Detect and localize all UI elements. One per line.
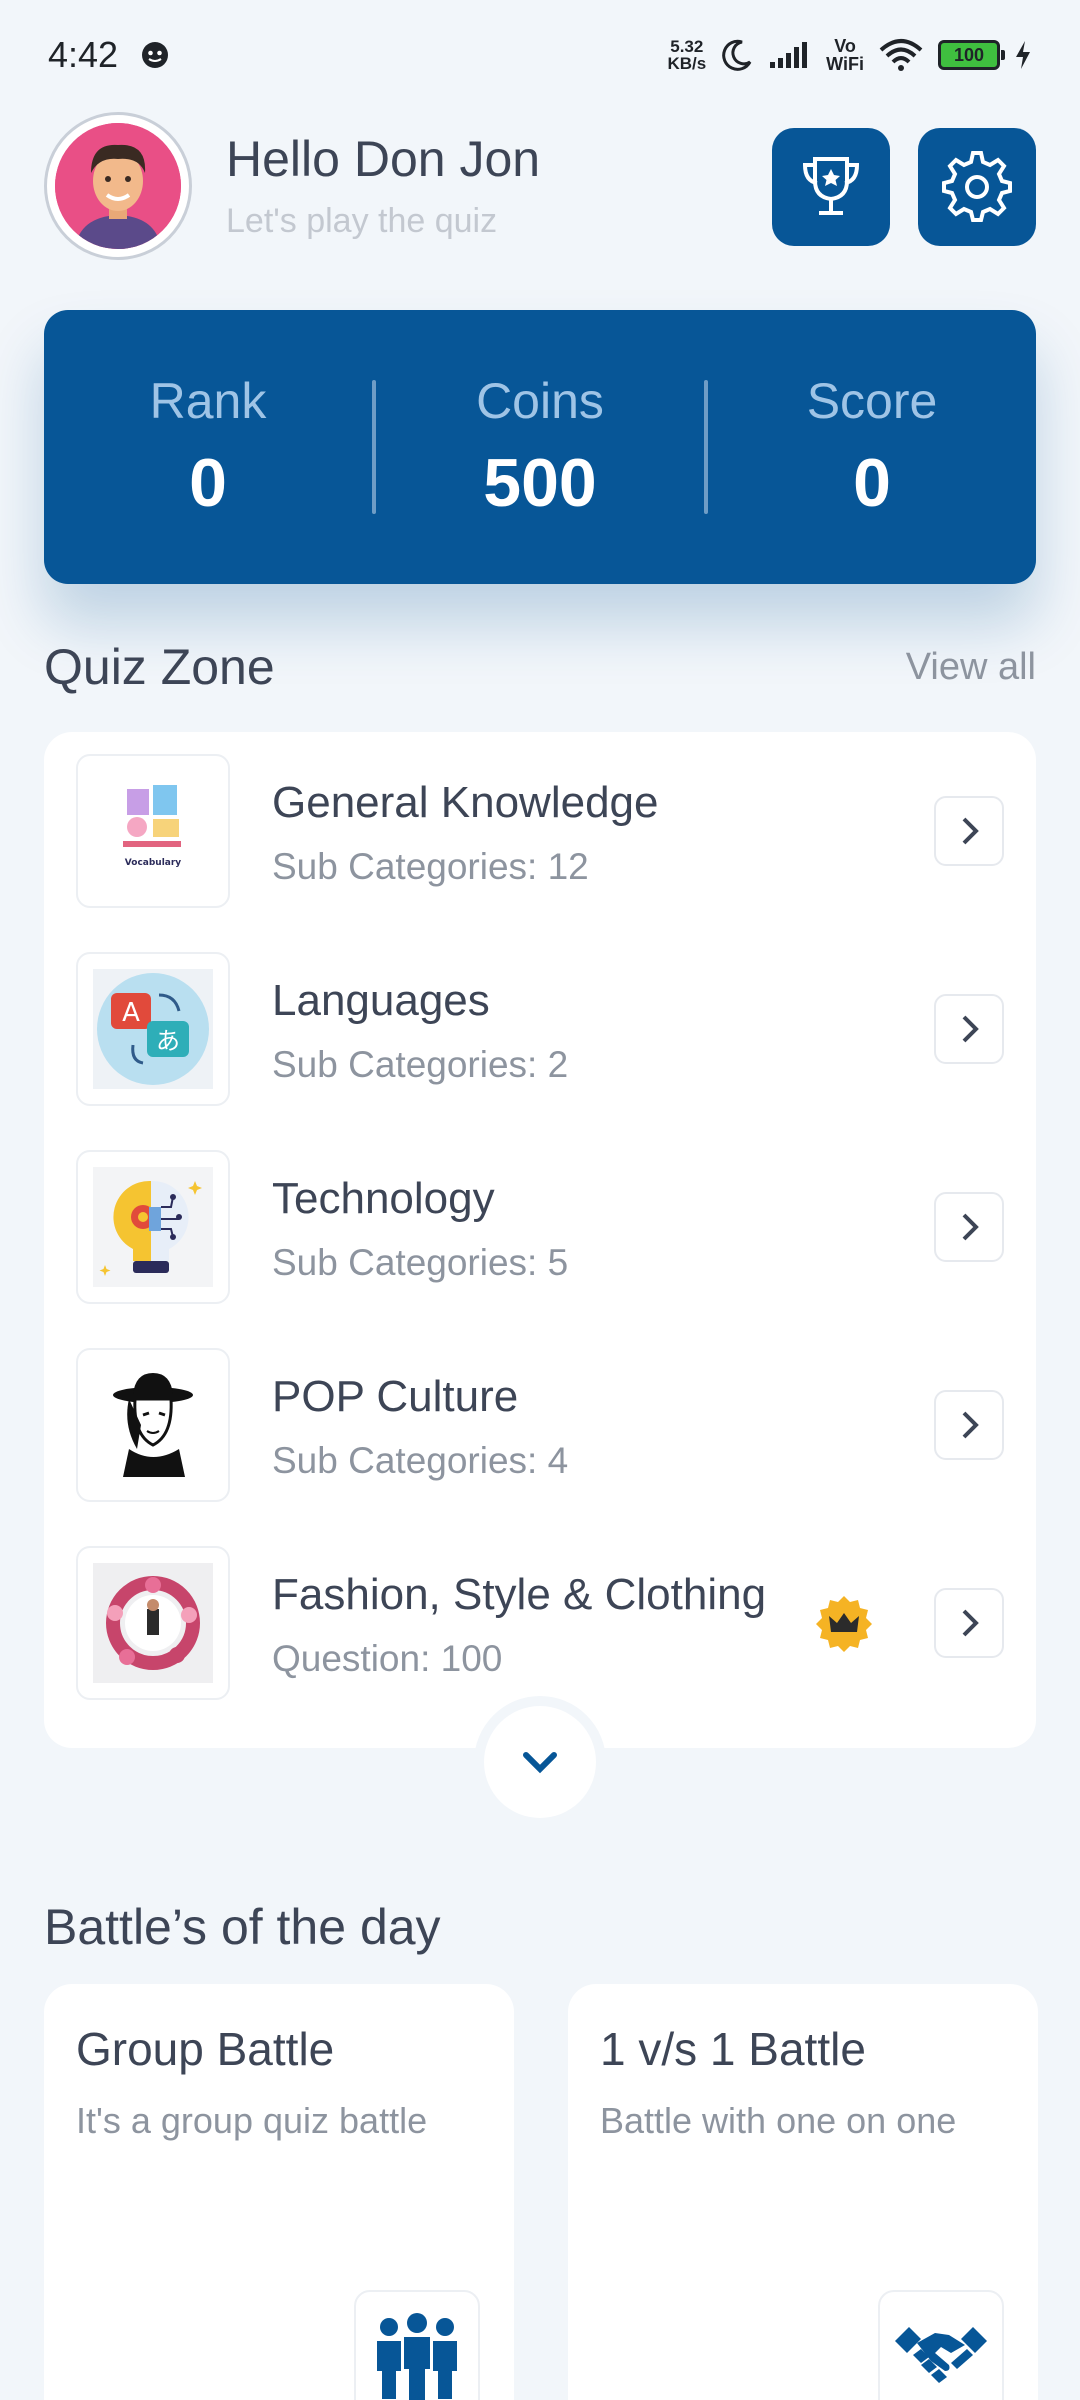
quiz-category-title: Technology (272, 1174, 495, 1223)
group-battle-card[interactable]: Group Battle It's a group quiz battle (44, 1984, 514, 2400)
quiz-category-title: Fashion, Style & Clothing (272, 1570, 767, 1619)
header: Hello Don Jon Let's play the quiz (44, 112, 1036, 262)
chevron-right-icon[interactable] (934, 1588, 1004, 1658)
battles-title: Battle’s of the day (44, 1899, 441, 1955)
svg-text:A: A (122, 998, 140, 1028)
one-vs-one-description: Battle with one on one (600, 2100, 957, 2141)
score-label: Score (806, 373, 938, 429)
quiz-category-technology[interactable]: Technology Sub Categories: 5 (76, 1150, 1004, 1304)
score-value: 0 (853, 445, 891, 521)
expand-list-button[interactable] (484, 1706, 596, 1818)
moon-icon (722, 39, 752, 71)
coins-stat: Coins 500 (376, 372, 704, 522)
status-time: 4:42 (48, 34, 119, 75)
vocabulary-icon: Vocabulary (76, 754, 230, 908)
charging-icon (1016, 41, 1030, 69)
lightbulb-gear-icon (76, 1150, 230, 1304)
quiz-category-general-knowledge[interactable]: Vocabulary General Knowledge Sub Categor… (76, 754, 1004, 908)
network-speed: 5.32 KB/s (667, 37, 707, 73)
quiz-category-subtitle: Sub Categories: 4 (272, 1440, 569, 1481)
coins-label: Coins (476, 373, 604, 429)
quiz-category-subtitle: Sub Categories: 5 (272, 1242, 569, 1283)
chevron-right-icon[interactable] (934, 1390, 1004, 1460)
stats-card: Rank 0 Coins 500 Score 0 (44, 310, 1036, 584)
trophy-icon (802, 157, 860, 215)
svg-text:Vocabulary: Vocabulary (125, 858, 182, 868)
view-all-link[interactable]: View all (906, 646, 1036, 689)
quiz-category-subtitle: Sub Categories: 12 (272, 846, 589, 887)
settings-button[interactable] (918, 128, 1036, 246)
quiz-category-title: General Knowledge (272, 778, 659, 827)
rank-value: 0 (189, 445, 227, 521)
chevron-down-icon (523, 1752, 557, 1774)
leaderboard-button[interactable] (772, 128, 890, 246)
svg-text:あ: あ (156, 1027, 180, 1055)
gear-icon (942, 151, 1012, 222)
quiz-category-title: Languages (272, 976, 490, 1025)
group-people-icon (354, 2290, 480, 2400)
coins-value: 500 (483, 445, 597, 521)
signal-icon (770, 42, 808, 68)
rank-label: Rank (149, 373, 267, 429)
quiz-category-title: POP Culture (272, 1372, 519, 1421)
one-vs-one-battle-card[interactable]: 1 v/s 1 Battle Battle with one on one (568, 1984, 1038, 2400)
quiz-category-languages[interactable]: A あ Languages Sub Categories: 2 (76, 952, 1004, 1106)
quiz-category-pop-culture[interactable]: POP Culture Sub Categories: 4 (76, 1348, 1004, 1502)
translate-icon: A あ (76, 952, 230, 1106)
quiz-category-subtitle: Question: 100 (272, 1638, 503, 1679)
quiz-category-fashion[interactable]: Fashion, Style & Clothing Question: 100 (76, 1546, 1004, 1700)
rank-stat: Rank 0 (44, 372, 372, 522)
quiz-zone-title: Quiz Zone (44, 639, 275, 695)
crown-badge-icon (816, 1596, 872, 1652)
one-vs-one-title: 1 v/s 1 Battle (600, 2023, 866, 2075)
handshake-icon (878, 2290, 1004, 2400)
group-battle-title: Group Battle (76, 2023, 335, 2075)
greeting-title: Hello Don Jon (226, 131, 541, 187)
score-stat: Score 0 (708, 372, 1036, 522)
hat-portrait-icon (76, 1348, 230, 1502)
avatar[interactable] (44, 112, 192, 260)
chevron-right-icon[interactable] (934, 1192, 1004, 1262)
group-battle-description: It's a group quiz battle (76, 2100, 428, 2141)
chevron-right-icon[interactable] (934, 796, 1004, 866)
vowifi-indicator: Vo WiFi (826, 36, 864, 74)
wifi-icon (879, 39, 923, 71)
chevron-right-icon[interactable] (934, 994, 1004, 1064)
battery-indicator: 100 (938, 40, 1005, 70)
greeting-subtitle: Let's play the quiz (226, 202, 498, 240)
status-bar: 4:42 5.32 KB/s Vo WiFi 100 (0, 0, 1080, 110)
user-avatar-icon (55, 123, 181, 249)
floral-wreath-icon (76, 1546, 230, 1700)
notification-face-icon (142, 42, 169, 68)
quiz-category-subtitle: Sub Categories: 2 (272, 1044, 569, 1085)
quiz-zone-list: Vocabulary General Knowledge Sub Categor… (44, 732, 1036, 1748)
